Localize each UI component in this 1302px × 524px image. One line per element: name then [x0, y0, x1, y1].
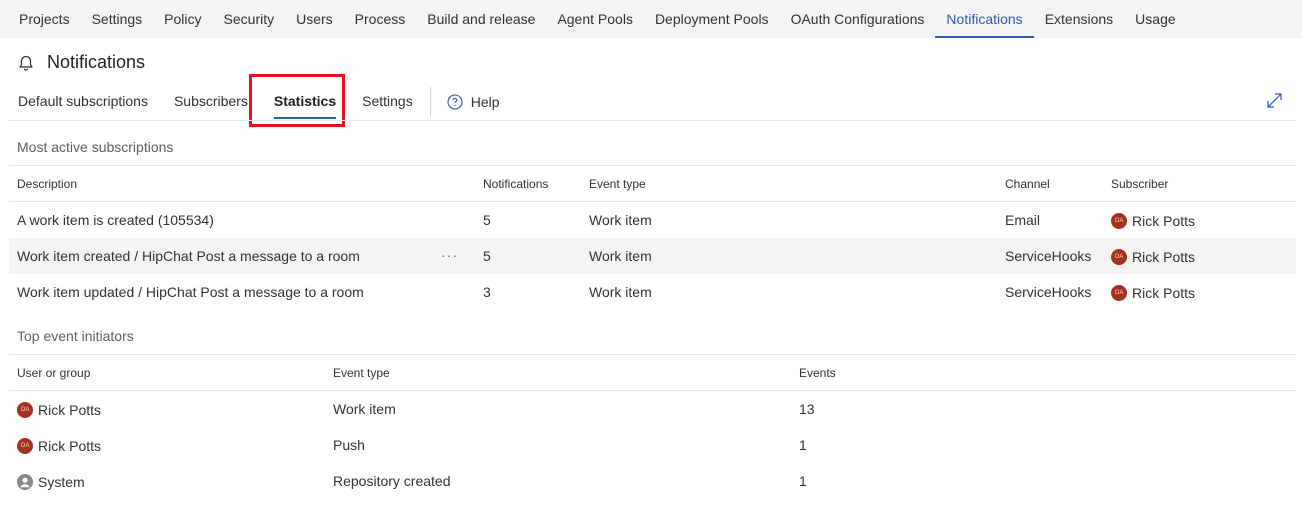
- tab-default-subscriptions[interactable]: Default subscriptions: [9, 83, 157, 121]
- row-channel: ServiceHooks: [1005, 248, 1092, 264]
- help-circle-icon: [447, 94, 463, 110]
- nav-deployment-pools[interactable]: Deployment Pools: [644, 0, 780, 38]
- list-item[interactable]: System Repository created 1: [9, 463, 1296, 499]
- initiator-user: Rick Potts: [17, 438, 101, 454]
- nav-settings[interactable]: Settings: [81, 0, 154, 38]
- initiator-events: 1: [799, 473, 807, 489]
- col-event-type[interactable]: Event type: [589, 177, 646, 191]
- avatar: [17, 402, 33, 418]
- subscriptions-section-title: Most active subscriptions: [17, 139, 174, 155]
- row-subscriber: Rick Potts: [1111, 249, 1195, 265]
- avatar: [17, 438, 33, 454]
- table-row[interactable]: A work item is created (105534) 5 Work i…: [9, 202, 1296, 238]
- initiator-name: System: [38, 474, 85, 490]
- nav-policy[interactable]: Policy: [153, 0, 212, 38]
- initiator-event-type: Repository created: [333, 473, 451, 489]
- initiator-name: Rick Potts: [38, 438, 102, 454]
- row-notifications: 5: [483, 212, 491, 228]
- row-notifications: 3: [483, 284, 491, 300]
- tab-divider: [429, 87, 431, 117]
- initiators-section-title: Top event initiators: [17, 328, 134, 344]
- page-title: Notifications: [47, 52, 146, 72]
- nav-notifications[interactable]: Notifications: [935, 0, 1034, 38]
- bell-icon: [19, 55, 33, 71]
- help-link[interactable]: Help: [439, 83, 508, 121]
- help-label: Help: [470, 94, 500, 110]
- row-subscriber: Rick Potts: [1111, 285, 1195, 301]
- row-description: Work item updated / HipChat Post a messa…: [17, 284, 364, 300]
- row-subscriber: Rick Potts: [1111, 213, 1195, 229]
- nav-extensions[interactable]: Extensions: [1034, 0, 1124, 38]
- tab-bar: Default subscriptions Subscribers Statis…: [9, 83, 508, 121]
- initiator-user: Rick Potts: [17, 402, 101, 418]
- nav-usage[interactable]: Usage: [1124, 0, 1186, 38]
- row-description: Work item created / HipChat Post a messa…: [17, 248, 360, 264]
- initiators-header-top-border: [9, 354, 1296, 355]
- avatar: [1111, 213, 1127, 229]
- row-event-type: Work item: [589, 248, 652, 264]
- col-user-or-group[interactable]: User or group: [17, 366, 90, 380]
- col-events[interactable]: Events: [799, 366, 836, 380]
- nav-oauth-configurations[interactable]: OAuth Configurations: [780, 0, 936, 38]
- list-item[interactable]: Rick Potts Work item 13: [9, 391, 1296, 427]
- expand-icon[interactable]: [1266, 92, 1283, 109]
- row-event-type: Work item: [589, 284, 652, 300]
- col-subscriber[interactable]: Subscriber: [1111, 177, 1168, 191]
- subscriber-name: Rick Potts: [1132, 249, 1196, 265]
- subscriber-name: Rick Potts: [1132, 285, 1196, 301]
- initiator-event-type: Push: [333, 437, 365, 453]
- table-row[interactable]: Work item updated / HipChat Post a messa…: [9, 274, 1296, 310]
- initiator-events: 13: [799, 401, 815, 417]
- nav-security[interactable]: Security: [213, 0, 286, 38]
- row-channel: Email: [1005, 212, 1041, 228]
- row-channel: ServiceHooks: [1005, 284, 1092, 300]
- table-row[interactable]: Work item created / HipChat Post a messa…: [9, 238, 1296, 274]
- nav-agent-pools[interactable]: Agent Pools: [546, 0, 644, 38]
- subscriber-name: Rick Potts: [1132, 213, 1196, 229]
- initiator-event-type: Work item: [333, 401, 396, 417]
- list-item[interactable]: Rick Potts Push 1: [9, 427, 1296, 463]
- nav-process[interactable]: Process: [344, 0, 417, 38]
- col-description[interactable]: Description: [17, 177, 77, 191]
- nav-users[interactable]: Users: [285, 0, 344, 38]
- subscriptions-header-top-border: [9, 165, 1296, 166]
- page-header: Notifications: [17, 52, 145, 73]
- avatar: [1111, 249, 1127, 265]
- nav-projects[interactable]: Projects: [8, 0, 81, 38]
- avatar: [1111, 285, 1127, 301]
- row-notifications: 5: [483, 248, 491, 264]
- col-channel[interactable]: Channel: [1005, 177, 1050, 191]
- tab-statistics[interactable]: Statistics: [265, 83, 345, 121]
- initiator-user: System: [17, 474, 85, 490]
- nav-build-and-release[interactable]: Build and release: [416, 0, 546, 38]
- col-notifications[interactable]: Notifications: [483, 177, 548, 191]
- col-initiator-event-type[interactable]: Event type: [333, 366, 390, 380]
- more-actions-button[interactable]: ···: [441, 247, 458, 263]
- initiator-events: 1: [799, 437, 807, 453]
- tab-settings[interactable]: Settings: [353, 83, 422, 121]
- user-icon: [17, 474, 33, 490]
- row-event-type: Work item: [589, 212, 652, 228]
- tab-subscribers[interactable]: Subscribers: [165, 83, 257, 121]
- initiator-name: Rick Potts: [38, 402, 102, 418]
- tabs-divider: [9, 120, 1296, 121]
- row-description: A work item is created (105534): [17, 212, 214, 228]
- top-nav: Projects Settings Policy Security Users …: [0, 0, 1302, 38]
